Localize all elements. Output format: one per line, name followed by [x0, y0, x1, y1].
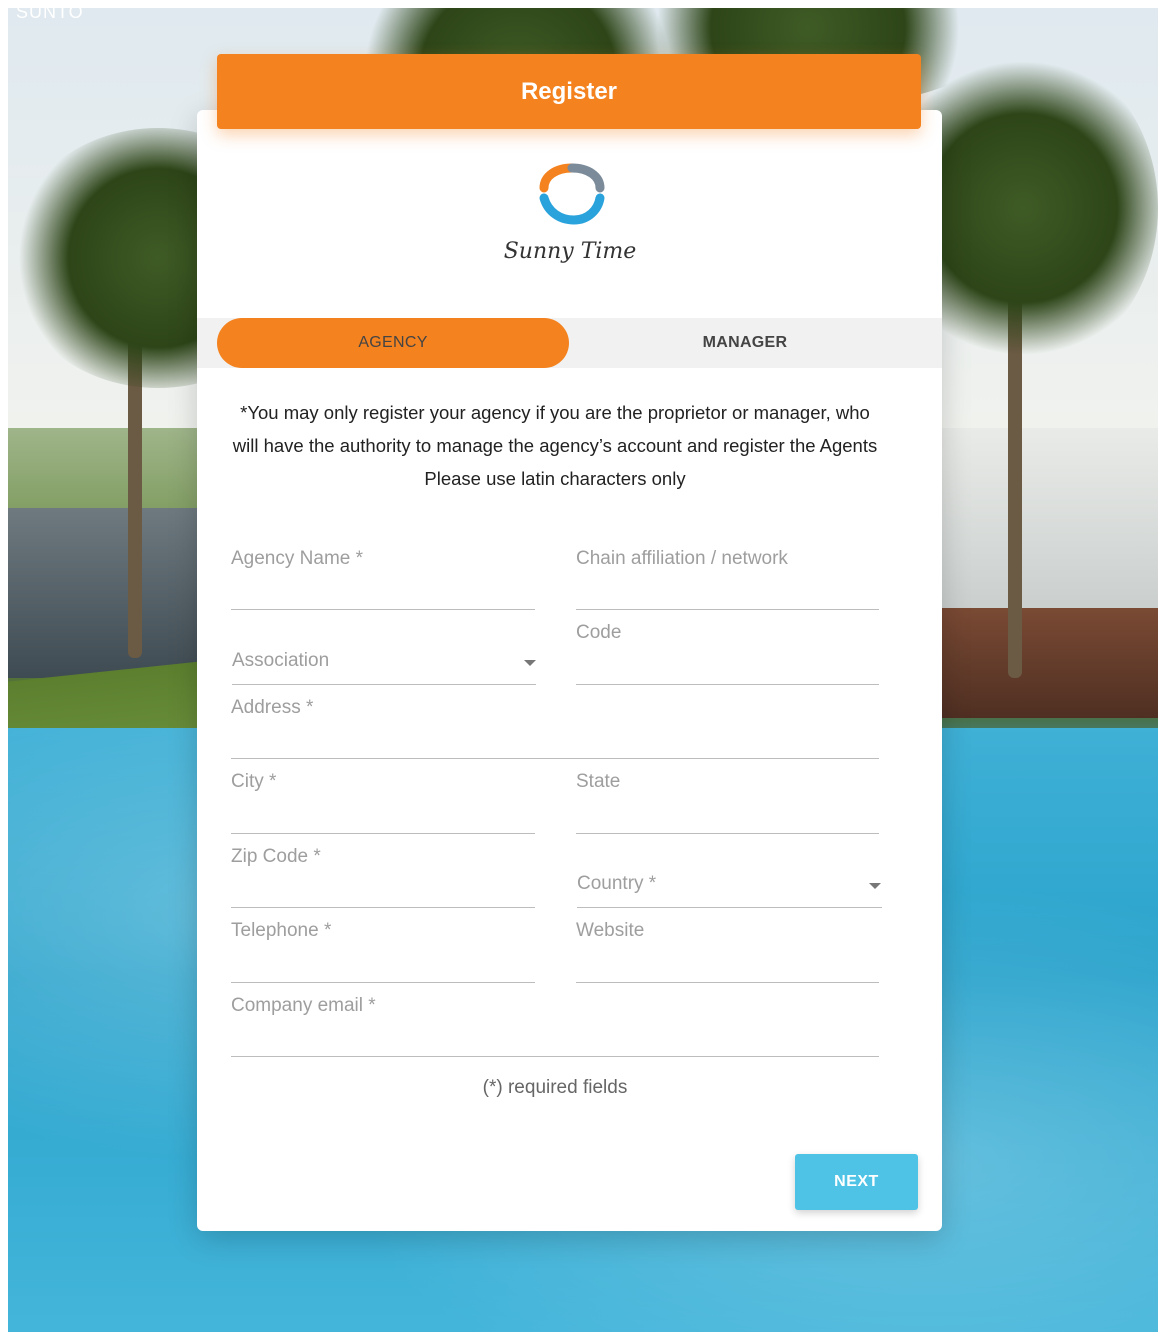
agency-name-field[interactable]: Agency Name * — [231, 548, 539, 612]
zip-code-field[interactable]: Zip Code * — [231, 846, 539, 910]
association-label: Association — [232, 650, 330, 671]
notice-authority-text: *You may only register your agency if yo… — [232, 402, 878, 456]
field-underline — [231, 758, 879, 759]
notice-latin-text: Please use latin characters only — [424, 468, 686, 489]
address-input[interactable] — [231, 697, 883, 761]
chain-affiliation-field[interactable]: Chain affiliation / network — [576, 548, 883, 612]
required-fields-note: (*) required fields — [482, 1077, 628, 1098]
tab-manager-label: MANAGER — [702, 334, 788, 351]
tab-agency-label: AGENCY — [358, 334, 428, 351]
association-select[interactable]: Association — [232, 650, 536, 685]
code-field[interactable]: Code — [576, 622, 883, 687]
city-input[interactable] — [231, 771, 539, 836]
field-underline — [576, 982, 879, 983]
register-header: Register — [217, 54, 921, 129]
country-label: Country * — [577, 873, 657, 894]
registration-notice: *You may only register your agency if yo… — [227, 396, 883, 495]
chevron-down-icon — [869, 883, 881, 889]
field-underline — [577, 907, 882, 908]
corner-brand-text: SUNTO — [16, 8, 84, 22]
state-input[interactable] — [576, 771, 883, 836]
field-underline — [232, 684, 536, 685]
code-input[interactable] — [576, 622, 883, 687]
telephone-field[interactable]: Telephone * — [231, 920, 539, 985]
telephone-input[interactable] — [231, 920, 539, 985]
background-deck — [938, 608, 1158, 718]
page-title: Register — [520, 77, 618, 105]
field-underline — [231, 982, 535, 983]
field-underline — [231, 1056, 879, 1057]
agency-name-input[interactable] — [231, 548, 539, 612]
next-button[interactable]: NEXT — [795, 1154, 918, 1210]
chevron-down-icon — [524, 660, 536, 666]
tab-manager[interactable]: MANAGER — [569, 318, 921, 368]
field-underline — [576, 833, 879, 834]
address-field[interactable]: Address * — [231, 697, 883, 761]
zip-code-input[interactable] — [231, 846, 539, 910]
field-underline — [231, 907, 535, 908]
logo-text: Sunny Time — [504, 239, 637, 264]
tab-agency[interactable]: AGENCY — [217, 318, 569, 368]
state-field[interactable]: State — [576, 771, 883, 836]
company-email-input[interactable] — [231, 995, 883, 1059]
company-email-field[interactable]: Company email * — [231, 995, 883, 1059]
next-button-label: NEXT — [834, 1173, 879, 1190]
background-building-left — [8, 508, 208, 678]
website-input[interactable] — [576, 920, 883, 985]
account-type-tabs: AGENCY MANAGER — [197, 318, 942, 368]
field-underline — [576, 684, 879, 685]
field-underline — [231, 609, 535, 610]
chain-affiliation-input[interactable] — [576, 548, 883, 612]
country-select[interactable]: Country * — [577, 873, 882, 908]
sunny-time-logo: Sunny Time — [500, 158, 640, 278]
sun-logo-icon: Sunny Time — [504, 163, 637, 264]
field-underline — [576, 609, 879, 610]
city-field[interactable]: City * — [231, 771, 539, 836]
website-field[interactable]: Website — [576, 920, 883, 985]
field-underline — [231, 833, 535, 834]
